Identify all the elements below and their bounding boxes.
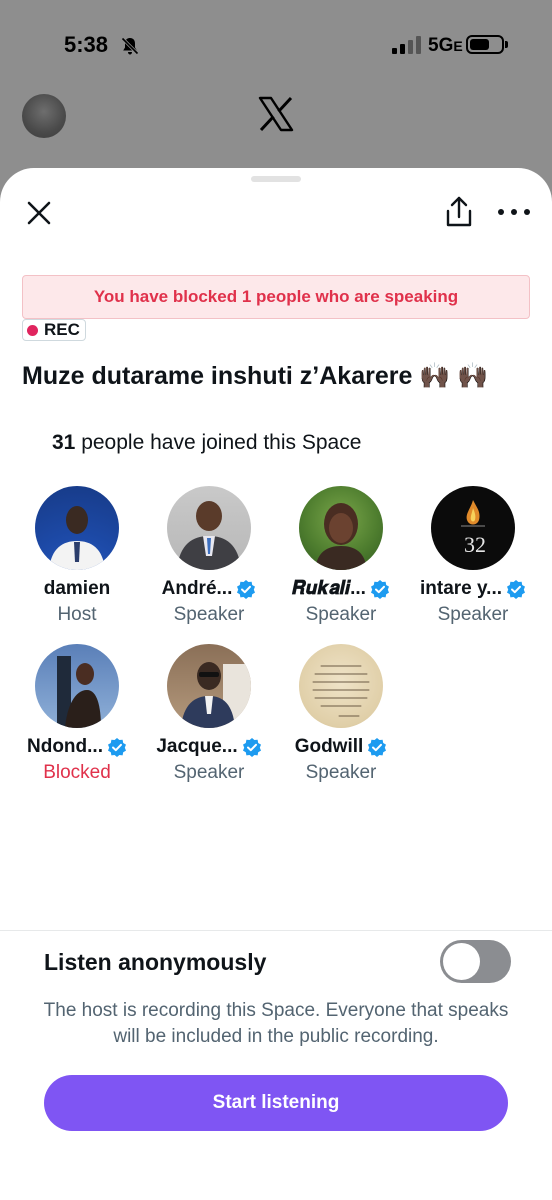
network-type: 5GE (428, 35, 463, 56)
avatar (35, 644, 119, 728)
person-photo-icon (177, 501, 241, 570)
bell-muted-icon (121, 37, 139, 55)
x-logo-icon (258, 96, 294, 132)
participant-godwill[interactable]: Godwill Speaker (275, 644, 407, 784)
joined-count-text: 31 people have joined this Space (52, 431, 362, 454)
space-sheet: You have blocked 1 people who are speaki… (0, 168, 552, 1200)
cellular-signal-icon (392, 36, 421, 54)
participant-role: Blocked (43, 762, 111, 783)
verified-badge-icon (237, 580, 256, 599)
profile-avatar[interactable] (22, 94, 66, 138)
blocked-speakers-banner: You have blocked 1 people who are speaki… (22, 275, 530, 319)
verified-badge-icon (107, 738, 126, 757)
handwritten-quote-image (312, 665, 370, 717)
verified-badge-icon (370, 580, 389, 599)
participant-damien[interactable]: damien Host (11, 486, 143, 626)
avatar (167, 486, 251, 570)
listen-anonymously-label: Listen anonymously (44, 949, 267, 975)
participant-andre[interactable]: André... Speaker (143, 486, 275, 626)
participant-role: Speaker (437, 604, 509, 625)
participant-name: intare y... (419, 578, 502, 599)
verified-badge-icon (242, 738, 261, 757)
avatar (299, 644, 383, 728)
battery-nub (505, 41, 508, 48)
participant-role: Speaker (305, 604, 377, 625)
sheet-grabber[interactable] (251, 176, 301, 182)
participant-name: damien (43, 578, 111, 599)
participant-rukali[interactable]: 𝑹𝒖𝒌𝒂𝒍𝒊... Speaker (275, 486, 407, 626)
person-photo-icon (57, 656, 101, 728)
avatar (167, 644, 251, 728)
more-options-icon[interactable] (498, 198, 530, 226)
avatar (299, 486, 383, 570)
participant-jacque[interactable]: Jacque... Speaker (143, 644, 275, 784)
avatar: 32 (431, 486, 515, 570)
close-icon[interactable] (24, 198, 54, 228)
avatar (35, 486, 119, 570)
status-time: 5:38 (64, 32, 109, 57)
recording-badge: REC (22, 319, 86, 341)
participant-role: Speaker (173, 604, 245, 625)
participant-name: Jacque... (156, 736, 238, 757)
rec-dot-icon (27, 324, 38, 336)
person-photo-icon (181, 662, 251, 728)
participant-ndond[interactable]: Ndond... Blocked (11, 644, 143, 784)
recording-notice: The host is recording this Space. Everyo… (43, 1000, 509, 1047)
divider (0, 930, 552, 931)
participant-name: Ndond... (27, 736, 103, 757)
participant-role: Speaker (173, 762, 245, 783)
status-bar: 5:38 5GE (0, 0, 552, 90)
battery-icon (466, 35, 504, 54)
space-title: Muze dutarame inshuti z’Akarere 🙌🏿 🙌🏿 (22, 362, 489, 390)
participant-name: André... (161, 578, 233, 599)
rec-label: REC (44, 320, 80, 339)
svg-text:32: 32 (464, 532, 486, 557)
start-listening-button[interactable]: Start listening (44, 1075, 508, 1131)
participant-intare[interactable]: 32 intare y... Speaker (407, 486, 539, 626)
toggle-knob (443, 943, 480, 980)
participant-role: Host (57, 604, 97, 625)
listen-anonymously-toggle[interactable] (440, 940, 511, 983)
verified-badge-icon (507, 580, 525, 599)
memorial-flame-logo: 32 (461, 500, 486, 557)
share-icon[interactable] (444, 195, 474, 229)
person-photo-icon (315, 503, 367, 570)
person-photo-icon (49, 506, 105, 570)
verified-badge-icon (368, 738, 387, 757)
participant-role: Speaker (305, 762, 377, 783)
participant-name: 𝑹𝒖𝒌𝒂𝒍𝒊... (292, 578, 366, 599)
participant-name: Godwill (294, 736, 364, 757)
